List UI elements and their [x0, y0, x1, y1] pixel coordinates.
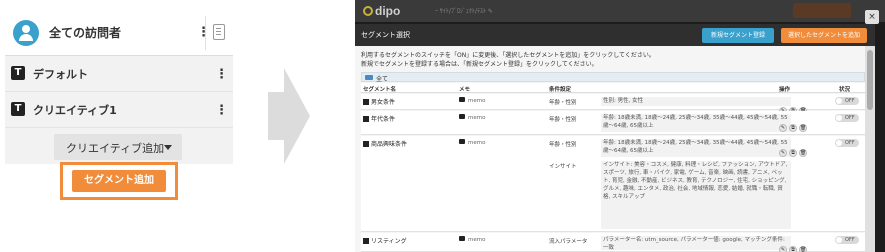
column-header: 条件設定 — [549, 87, 572, 93]
condition-value: 年齢: 18歳未満, 18歳〜24歳, 25歳〜34歳, 35歳〜44歳, 45… — [601, 114, 791, 132]
table-row: 男女条件 memo 年齢・性別 性別: 男性, 女性 ✎⧉🗑 OFF — [361, 94, 865, 115]
column-header: 状況 — [839, 87, 851, 93]
visitor-label: 全ての訪問者 — [49, 26, 122, 40]
divider — [205, 16, 206, 50]
segment-label: クリエイティブ1 — [33, 104, 117, 117]
segment-name: 商品興味条件 — [363, 139, 407, 148]
more-icon[interactable]: ⋮ — [215, 104, 228, 117]
segment-name: リスティング — [363, 236, 407, 245]
condition-key: インサイト — [549, 164, 577, 170]
memo-icon — [459, 236, 465, 241]
segment-item-creative1[interactable]: T クリエイティブ1 ⋮ — [5, 92, 233, 128]
memo: memo — [459, 139, 485, 146]
scrollbar-thumb[interactable] — [867, 50, 873, 110]
user-icon — [13, 20, 39, 46]
row-actions: ✎⧉🗑 — [779, 236, 809, 252]
creative-add-button[interactable]: クリエイティブ追加 — [54, 134, 182, 160]
condition-value: 性別: 男性, 女性 — [601, 97, 791, 106]
visitor-row[interactable]: 全ての訪問者 ⋮ — [5, 10, 233, 56]
row-actions: ✎⧉🗑 — [779, 139, 809, 158]
segment-select-window: dipo ｰ ｻｲﾄ/ﾌﾟﾛｼﾞｪｸﾄ/ﾃｽﾄ ✎ × セグメント選択 新規セグ… — [355, 0, 885, 252]
condition-value: パラメーター名: utm_source, パラメーター値: google, マッ… — [601, 236, 791, 250]
memo-icon — [459, 97, 465, 102]
condition-value: インサイト: 美容・コスメ, 健康, 料理・レシピ, ファッション, アウトドア… — [601, 161, 791, 229]
more-icon[interactable]: ⋮ — [197, 26, 210, 39]
app-topbar: dipo ｰ ｻｲﾄ/ﾌﾟﾛｼﾞｪｸﾄ/ﾃｽﾄ ✎ — [355, 0, 885, 22]
folder-icon — [365, 75, 373, 80]
segment-add-button[interactable]: セグメント追加 — [72, 170, 166, 192]
condition-key: 年齢・性別 — [549, 142, 577, 148]
segment-select-modal: セグメント選択 新規セグメント登録 選択したセグメントを追加 利用するセグメント… — [355, 24, 875, 252]
chevron-down-icon — [164, 145, 172, 150]
new-segment-button[interactable]: 新規セグメント登録 — [702, 28, 774, 43]
segment-icon — [363, 99, 369, 105]
document-icon[interactable] — [213, 24, 225, 40]
trash-icon[interactable]: 🗑 — [799, 124, 807, 132]
segment-add-highlight: セグメント追加 — [60, 162, 178, 200]
condition-value: 年齢: 18歳未満, 18歳〜24歳, 25歳〜34歳, 35歳〜44歳, 45… — [601, 139, 791, 157]
column-header: セグメント名 — [363, 87, 397, 93]
memo: memo — [459, 97, 485, 104]
table-row: 年代条件 memo 年齢・性別 年齢: 18歳未満, 18歳〜24歳, 25歳〜… — [361, 111, 865, 135]
segment-panel: 全ての訪問者 ⋮ T デフォルト ⋮ T クリエイティブ1 ⋮ クリエイティブ追… — [0, 0, 236, 252]
row-actions: ✎⧉🗑 — [779, 114, 809, 133]
close-icon[interactable]: × — [865, 10, 879, 24]
app-logo: dipo — [363, 4, 400, 18]
condition-key: 年齢・性別 — [549, 117, 577, 123]
segment-toggle[interactable]: OFF — [835, 236, 859, 244]
modal-title: セグメント選択 — [361, 31, 410, 39]
add-selected-segment-button[interactable]: 選択したセグメントを追加 — [781, 28, 867, 43]
segment-icon — [363, 141, 369, 147]
edit-icon[interactable]: ✎ — [779, 149, 787, 157]
table-row: リスティング memo 流入パラメータ パラメーター名: utm_source,… — [361, 233, 865, 252]
table-row: 商品興味条件 memo 年齢・性別 年齢: 18歳未満, 18歳〜24歳, 25… — [361, 136, 865, 232]
more-icon[interactable]: ⋮ — [215, 68, 228, 81]
trash-icon[interactable]: 🗑 — [799, 149, 807, 157]
edit-icon[interactable]: ✎ — [779, 246, 787, 252]
segment-label: デフォルト — [33, 68, 88, 81]
memo-icon — [459, 139, 465, 144]
column-header: メモ — [459, 87, 471, 93]
text-badge-icon: T — [11, 102, 25, 116]
arrow-right-icon — [268, 68, 310, 164]
column-header: 操作 — [779, 87, 791, 93]
segment-toggle[interactable]: OFF — [835, 97, 859, 105]
instruction-text: 利用するセグメントのスイッチを「ON」に変更後、「選択したセグメントを追加」をク… — [361, 52, 655, 59]
condition-key: 年齢・性別 — [549, 100, 577, 106]
creative-add-label: クリエイティブ追加 — [66, 142, 165, 155]
text-badge-icon: T — [11, 66, 25, 80]
segment-name: 男女条件 — [363, 97, 395, 106]
segment-toggle[interactable]: OFF — [835, 139, 859, 147]
modal-header: セグメント選択 新規セグメント登録 選択したセグメントを追加 — [355, 24, 875, 46]
segment-toggle[interactable]: OFF — [835, 114, 859, 122]
logo-mark-icon — [363, 6, 373, 16]
project-path: ｰ ｻｲﾄ/ﾌﾟﾛｼﾞｪｸﾄ/ﾃｽﾄ ✎ — [435, 8, 493, 15]
segment-icon — [363, 238, 369, 244]
edit-icon[interactable]: ✎ — [779, 124, 787, 132]
instruction-text: 新規でセグメントを登録する場合は、「新規セグメント登録」をクリックしてください。 — [361, 61, 598, 68]
memo-icon — [459, 114, 465, 119]
memo: memo — [459, 236, 485, 243]
segment-item-default[interactable]: T デフォルト ⋮ — [5, 56, 233, 92]
folder-label: 全て — [376, 76, 389, 83]
topbar-button[interactable] — [793, 3, 851, 18]
table-header: セグメント名 メモ 条件設定 操作 状況 — [361, 83, 865, 93]
segment-icon — [363, 116, 369, 122]
copy-icon[interactable]: ⧉ — [789, 149, 797, 157]
folder-filter[interactable]: 全て — [361, 72, 865, 83]
scrollbar[interactable] — [865, 46, 875, 252]
trash-icon[interactable]: 🗑 — [799, 246, 807, 252]
segment-name: 年代条件 — [363, 114, 395, 123]
condition-key: 流入パラメータ — [549, 239, 588, 245]
memo: memo — [459, 114, 485, 121]
copy-icon[interactable]: ⧉ — [789, 124, 797, 132]
copy-icon[interactable]: ⧉ — [789, 246, 797, 252]
